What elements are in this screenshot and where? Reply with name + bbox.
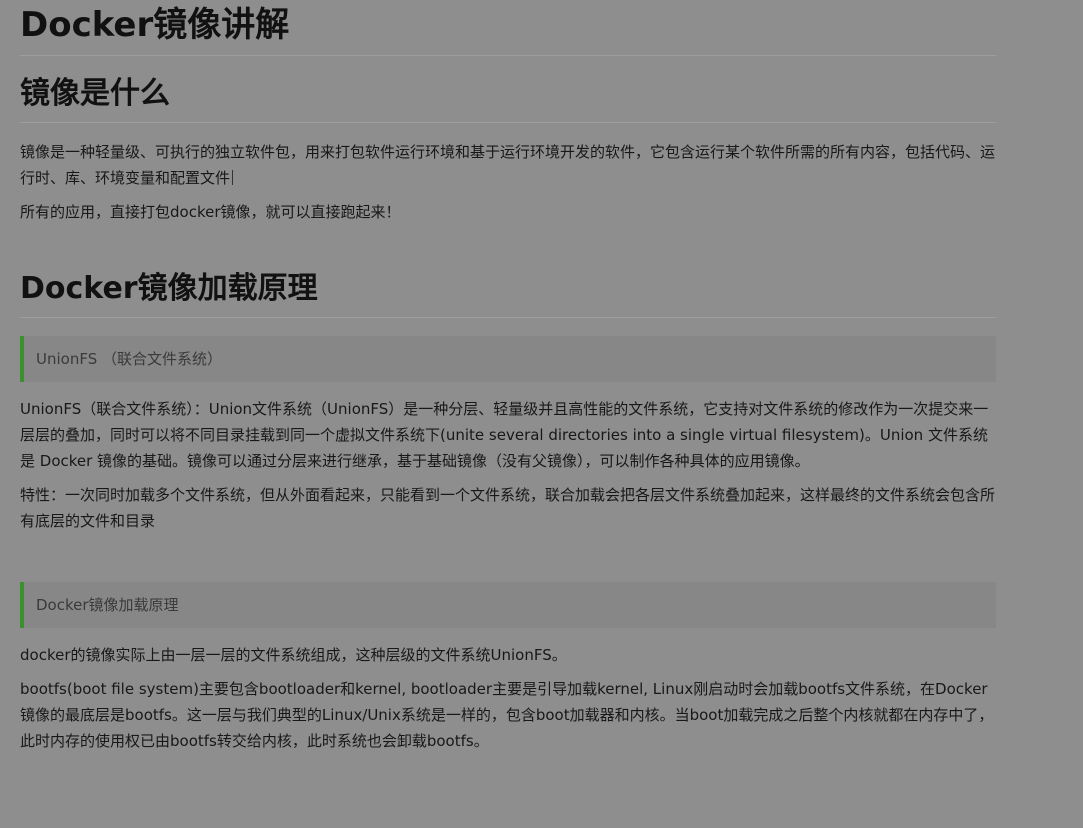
document-page: Docker镜像讲解 镜像是什么 镜像是一种轻量级、可执行的独立软件包，用来打包…: [0, 0, 1083, 828]
paragraph-image-layers: docker的镜像实际上由一层一层的文件系统组成，这种层级的文件系统UnionF…: [20, 646, 567, 664]
paragraph-bootfs: bootfs(boot file system)主要包含bootloader和k…: [20, 680, 994, 750]
paragraph-package-apps: 所有的应用，直接打包docker镜像，就可以直接跑起来！: [20, 203, 401, 221]
section-heading-loading-principle: Docker镜像加载原理: [20, 269, 996, 318]
paragraph-image-definition-text: 镜像是一种轻量级、可执行的独立软件包，用来打包软件运行环境和基于运行环境开发的软…: [20, 143, 996, 187]
page-title: Docker镜像讲解: [20, 0, 996, 56]
blockquote-loading-principle: Docker镜像加载原理: [20, 582, 996, 628]
paragraph-unionfs-description: UnionFS（联合文件系统）：Union文件系统（UnionFS）是一种分层、…: [20, 400, 989, 470]
section-heading-what-is-image: 镜像是什么: [20, 74, 996, 123]
text-cursor-icon: [232, 170, 234, 185]
blockquote-unionfs: UnionFS （联合文件系统）: [20, 336, 996, 382]
paragraph-unionfs-feature: 特性：一次同时加载多个文件系统，但从外面看起来，只能看到一个文件系统，联合加载会…: [20, 486, 996, 530]
article-content: Docker镜像讲解 镜像是什么 镜像是一种轻量级、可执行的独立软件包，用来打包…: [20, 0, 996, 754]
paragraph-image-definition: 镜像是一种轻量级、可执行的独立软件包，用来打包软件运行环境和基于运行环境开发的软…: [20, 139, 996, 191]
